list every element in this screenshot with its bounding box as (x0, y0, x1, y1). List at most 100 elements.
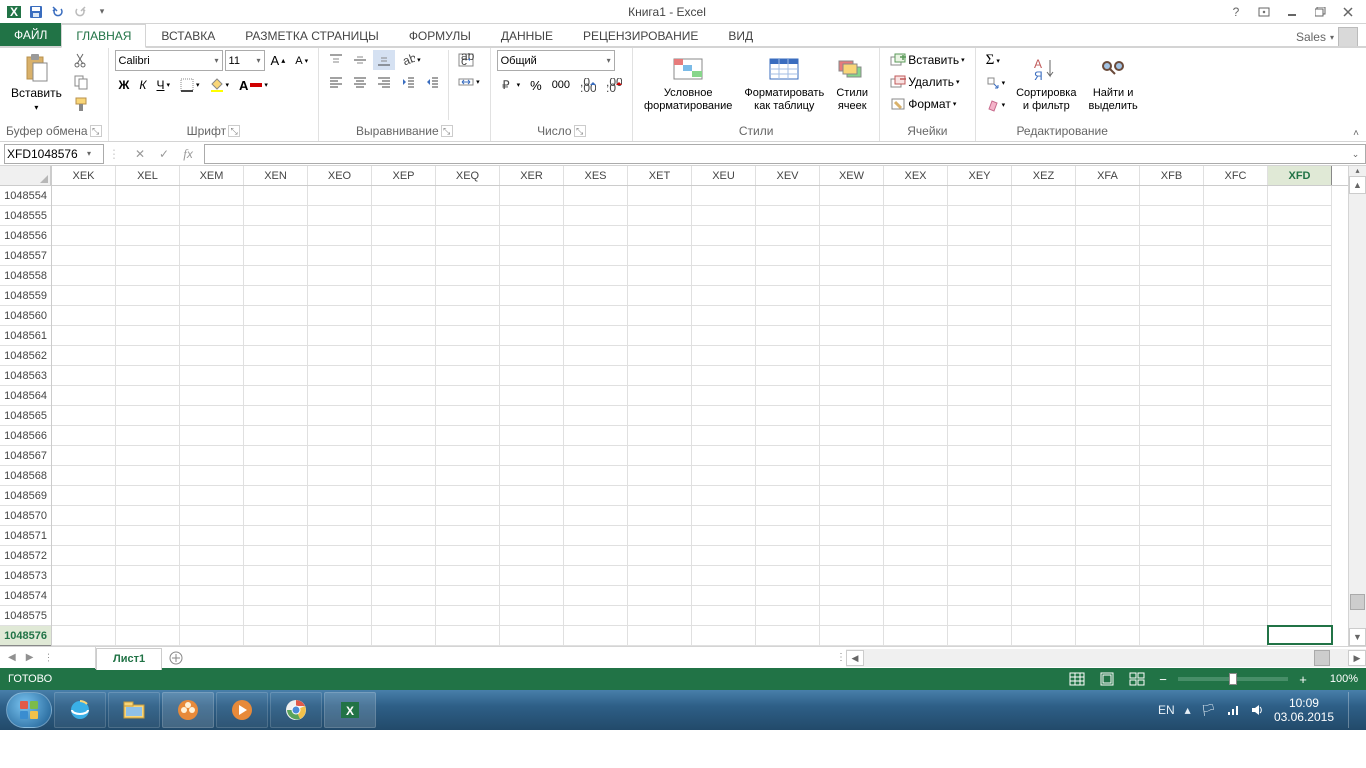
zoom-slider[interactable] (1178, 677, 1288, 681)
cell[interactable] (692, 386, 756, 406)
column-header[interactable]: XFC (1204, 166, 1268, 185)
cell[interactable] (884, 546, 948, 566)
cell[interactable] (692, 506, 756, 526)
cell[interactable] (1140, 246, 1204, 266)
cell[interactable] (564, 626, 628, 646)
cell[interactable] (500, 446, 564, 466)
cell[interactable] (692, 346, 756, 366)
cell[interactable] (436, 326, 500, 346)
cell[interactable] (180, 426, 244, 446)
tab-data[interactable]: ДАННЫЕ (486, 23, 568, 47)
cell[interactable] (756, 306, 820, 326)
cell[interactable] (436, 406, 500, 426)
cell[interactable] (244, 446, 308, 466)
redo-icon[interactable] (70, 2, 90, 22)
cell[interactable] (1204, 426, 1268, 446)
cell[interactable] (756, 246, 820, 266)
cell[interactable] (1076, 606, 1140, 626)
cell[interactable] (116, 366, 180, 386)
cell[interactable] (52, 246, 116, 266)
row-header[interactable]: 1048559 (0, 286, 51, 306)
cell[interactable] (756, 526, 820, 546)
close-icon[interactable] (1334, 2, 1362, 22)
cell[interactable] (116, 586, 180, 606)
cell[interactable] (116, 506, 180, 526)
split-handle-icon[interactable]: ▴ (1349, 166, 1366, 176)
cell[interactable] (948, 546, 1012, 566)
cell[interactable] (1076, 386, 1140, 406)
cell[interactable] (436, 466, 500, 486)
cell[interactable] (564, 366, 628, 386)
cell[interactable] (180, 286, 244, 306)
row-header[interactable]: 1048568 (0, 466, 51, 486)
number-format-combo[interactable]: Общий▾ (497, 50, 615, 71)
cell[interactable] (1204, 606, 1268, 626)
cell[interactable] (692, 466, 756, 486)
cell[interactable] (820, 426, 884, 446)
cell[interactable] (180, 406, 244, 426)
cell[interactable] (564, 546, 628, 566)
borders-button[interactable]: ▾ (176, 75, 204, 95)
volume-icon[interactable] (1250, 703, 1264, 717)
cell[interactable] (884, 386, 948, 406)
cell[interactable] (308, 506, 372, 526)
cell[interactable] (1204, 406, 1268, 426)
wrap-text-button[interactable]: abc (454, 50, 484, 70)
cell[interactable] (372, 606, 436, 626)
cell[interactable] (372, 406, 436, 426)
cell[interactable] (820, 326, 884, 346)
increase-indent-icon[interactable] (421, 72, 443, 92)
cell[interactable] (244, 386, 308, 406)
cell[interactable] (884, 326, 948, 346)
cell[interactable] (180, 246, 244, 266)
cell[interactable] (628, 206, 692, 226)
cell[interactable] (372, 506, 436, 526)
find-select-button[interactable]: Найти и выделить (1083, 50, 1142, 116)
sheet-menu-icon[interactable]: ⋯ (43, 649, 54, 667)
cell[interactable] (756, 266, 820, 286)
collapse-ribbon-icon[interactable]: ˄ (1346, 48, 1366, 141)
cell[interactable] (1076, 326, 1140, 346)
cell[interactable] (116, 386, 180, 406)
cell[interactable] (244, 426, 308, 446)
cell[interactable] (52, 266, 116, 286)
taskbar-excel-icon[interactable]: X (324, 692, 376, 728)
lang-indicator[interactable]: EN (1158, 703, 1175, 717)
column-header[interactable]: XFB (1140, 166, 1204, 185)
cell[interactable] (564, 226, 628, 246)
cell[interactable] (628, 186, 692, 206)
font-dialog-icon[interactable]: ⤡ (228, 125, 240, 137)
cell[interactable] (1140, 346, 1204, 366)
cell[interactable] (1268, 286, 1332, 306)
cell[interactable] (692, 566, 756, 586)
cell[interactable] (116, 566, 180, 586)
cell[interactable] (692, 426, 756, 446)
cell[interactable] (180, 626, 244, 646)
cell[interactable] (948, 366, 1012, 386)
align-left-icon[interactable] (325, 72, 347, 92)
cell[interactable] (180, 466, 244, 486)
cell[interactable] (1012, 206, 1076, 226)
cell[interactable] (308, 426, 372, 446)
cell[interactable] (1012, 486, 1076, 506)
cell[interactable] (1204, 326, 1268, 346)
cell[interactable] (436, 506, 500, 526)
cell[interactable] (564, 446, 628, 466)
tab-file[interactable]: ФАЙЛ (0, 23, 61, 47)
cell[interactable] (180, 266, 244, 286)
cell[interactable] (372, 386, 436, 406)
cell[interactable] (52, 406, 116, 426)
clipboard-dialog-icon[interactable]: ⤡ (90, 125, 102, 137)
cell[interactable] (1140, 206, 1204, 226)
cell[interactable] (564, 566, 628, 586)
cell[interactable] (372, 266, 436, 286)
cell[interactable] (1204, 626, 1268, 646)
cell[interactable] (1012, 226, 1076, 246)
cell[interactable] (628, 406, 692, 426)
cell[interactable] (564, 466, 628, 486)
tab-view[interactable]: ВИД (713, 23, 768, 47)
cell[interactable] (308, 386, 372, 406)
column-header[interactable]: XEX (884, 166, 948, 185)
cell[interactable] (436, 426, 500, 446)
column-header[interactable]: XEU (692, 166, 756, 185)
